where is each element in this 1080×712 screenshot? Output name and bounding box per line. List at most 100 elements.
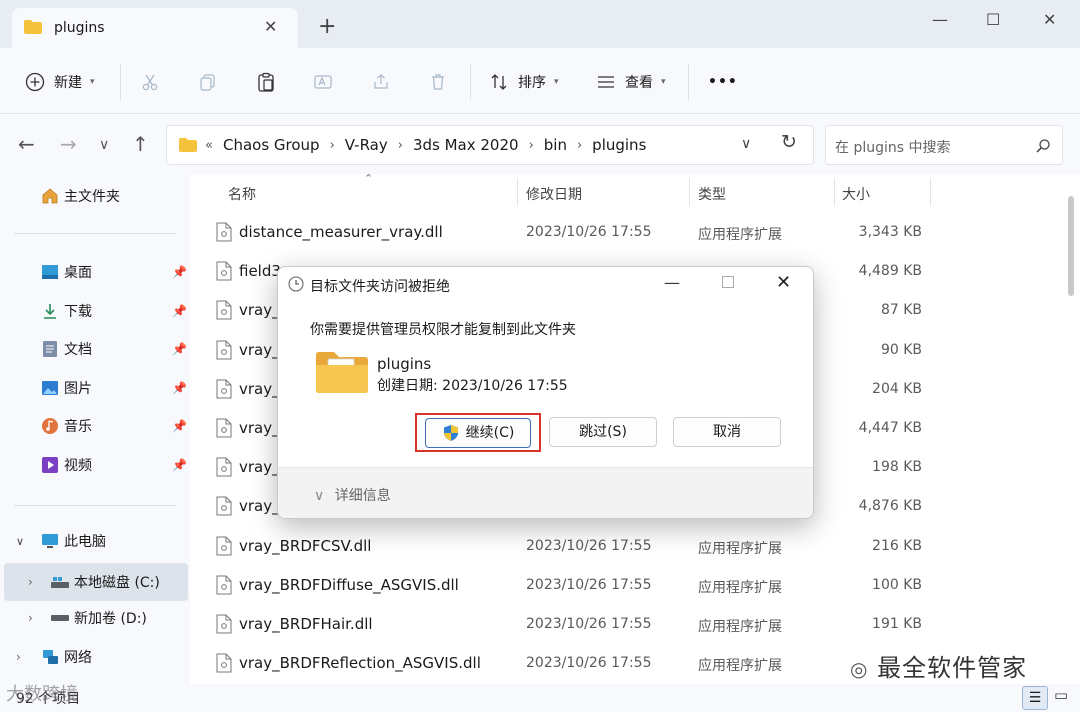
sidebar-item-music[interactable]: 音乐 📌 xyxy=(0,409,190,443)
skip-button[interactable]: 跳过(S) xyxy=(549,417,657,447)
file-type: 应用程序扩展 xyxy=(698,658,782,675)
up-arrow-icon[interactable]: ↑ xyxy=(132,132,149,156)
view-button[interactable]: 查看 ▾ xyxy=(595,70,666,94)
copy-icon[interactable] xyxy=(198,70,218,94)
chevron-right-icon[interactable]: › xyxy=(28,575,50,589)
sidebar-item-documents[interactable]: 文档 📌 xyxy=(0,332,190,366)
breadcrumb-item[interactable]: bin xyxy=(544,136,567,154)
back-arrow-icon[interactable]: ← xyxy=(18,132,35,156)
breadcrumb-item[interactable]: Chaos Group xyxy=(223,136,320,154)
minimize-button[interactable]: — xyxy=(932,10,948,29)
recent-chevron-icon[interactable]: ∨ xyxy=(99,137,109,153)
file-size: 216 KB xyxy=(872,537,922,554)
breadcrumb-item[interactable]: V-Ray xyxy=(345,136,388,154)
dll-file-icon xyxy=(216,575,232,595)
scrollbar-thumb[interactable] xyxy=(1068,196,1074,296)
dialog-minimize-button[interactable]: — xyxy=(664,273,680,292)
column-divider xyxy=(689,178,690,206)
new-label: 新建 xyxy=(54,75,82,91)
file-size: 4,489 KB xyxy=(858,263,922,280)
continue-button[interactable]: 继续(C) xyxy=(425,418,531,448)
sidebar-item-videos[interactable]: 视频 📌 xyxy=(0,448,190,482)
share-icon[interactable] xyxy=(371,70,391,94)
sidebar-item-drive-d[interactable]: › 新加卷 (D:) xyxy=(0,601,190,635)
pin-icon: 📌 xyxy=(172,265,187,279)
more-options-button[interactable]: ••• xyxy=(708,70,738,94)
close-button[interactable]: ✕ xyxy=(1043,10,1056,29)
sidebar-item-pictures[interactable]: 图片 📌 xyxy=(0,371,190,405)
sidebar-item-label: 桌面 xyxy=(64,265,92,281)
sidebar-item-network[interactable]: › 网络 xyxy=(0,640,190,674)
paste-icon[interactable] xyxy=(256,70,276,94)
table-row[interactable]: vray_BRDFHair.dll 2023/10/26 17:55 应用程序扩展 1… xyxy=(210,605,1070,644)
sidebar-item-desktop[interactable]: 桌面 📌 xyxy=(0,255,190,289)
table-row[interactable]: distance_measurer_vray.dll 2023/10/26 17:… xyxy=(210,213,1070,252)
chevron-right-icon[interactable]: › xyxy=(529,138,534,153)
details-view-icon[interactable]: ☰ xyxy=(1022,686,1048,710)
dll-file-icon xyxy=(216,653,232,673)
file-name: vray_BRDFReflection_ASGVIS.dll xyxy=(239,654,481,673)
tiles-view-icon[interactable]: ▭ xyxy=(1054,686,1068,704)
toolbar-divider xyxy=(688,64,689,100)
table-row[interactable]: vray_BRDFCSV.dll 2023/10/26 17:55 应用程序扩展 21… xyxy=(210,527,1070,566)
file-date: 2023/10/26 17:55 xyxy=(526,537,652,554)
address-history-chevron-icon[interactable]: ∨ xyxy=(741,136,751,152)
sidebar-item-label: 音乐 xyxy=(64,419,92,435)
dll-file-icon xyxy=(216,379,232,399)
pin-icon: 📌 xyxy=(172,419,187,433)
breadcrumb-item[interactable]: plugins xyxy=(592,136,646,154)
breadcrumb-item[interactable]: 3ds Max 2020 xyxy=(413,136,519,154)
table-row[interactable]: vray_BRDFDiffuse_ASGVIS.dll 2023/10/26 17… xyxy=(210,566,1070,605)
column-header-size[interactable]: 大小 xyxy=(842,184,870,204)
toolbar-divider xyxy=(120,64,121,100)
chevron-down-icon: ▾ xyxy=(661,77,666,87)
dialog-maximize-button[interactable] xyxy=(722,276,734,288)
chevron-right-icon[interactable]: › xyxy=(577,138,582,153)
sidebar-item-drive-c[interactable]: › 本地磁盘 (C:) xyxy=(4,563,188,601)
sort-icon xyxy=(488,71,510,93)
maximize-button[interactable]: ☐ xyxy=(986,10,1000,29)
new-tab-button[interactable]: + xyxy=(318,16,336,38)
dll-file-icon xyxy=(216,340,232,360)
tab-close-icon[interactable]: ✕ xyxy=(264,17,277,36)
chevron-right-icon[interactable]: › xyxy=(398,138,403,153)
dialog-close-button[interactable]: ✕ xyxy=(776,272,791,293)
chevron-right-icon[interactable]: › xyxy=(16,650,40,664)
column-header-date[interactable]: 修改日期 xyxy=(526,184,582,204)
address-bar[interactable]: « Chaos Group › V-Ray › 3ds Max 2020 › b… xyxy=(166,125,814,165)
cancel-button[interactable]: 取消 xyxy=(673,417,781,447)
details-toggle[interactable]: ∨ 详细信息 xyxy=(314,485,391,505)
chevron-right-icon[interactable]: › xyxy=(28,611,50,625)
delete-icon[interactable] xyxy=(428,70,448,94)
sort-button[interactable]: 排序 ▾ xyxy=(488,70,559,94)
sidebar-item-downloads[interactable]: 下载 📌 xyxy=(0,294,190,328)
tab-plugins[interactable]: plugins ✕ xyxy=(12,8,298,48)
chevron-right-icon[interactable]: › xyxy=(330,138,335,153)
chevron-down-icon[interactable]: ∨ xyxy=(16,535,40,548)
forward-arrow-icon[interactable]: → xyxy=(60,132,77,156)
sidebar-item-this-pc[interactable]: ∨ 此电脑 xyxy=(0,524,190,558)
cut-icon[interactable] xyxy=(140,70,160,94)
view-list-icon xyxy=(595,71,617,93)
refresh-icon[interactable]: ↻ xyxy=(781,131,797,153)
dll-file-icon xyxy=(216,614,232,634)
file-type: 应用程序扩展 xyxy=(698,619,782,635)
network-icon xyxy=(40,647,60,667)
chevron-down-icon: ▾ xyxy=(554,77,559,87)
dll-file-icon xyxy=(216,536,232,556)
chevron-down-icon: ▾ xyxy=(90,77,95,87)
folder-icon xyxy=(179,138,197,152)
dll-file-icon xyxy=(216,222,232,242)
breadcrumb-overflow[interactable]: « xyxy=(205,138,213,153)
uac-shield-icon xyxy=(443,425,458,441)
sidebar-item-home[interactable]: 主文件夹 xyxy=(0,179,190,213)
search-input[interactable]: 在 plugins 中搜索 xyxy=(825,125,1063,165)
folder-icon xyxy=(24,20,42,34)
column-header-type[interactable]: 类型 xyxy=(698,184,726,204)
status-bar: 92 个项目 ☰ ▭ xyxy=(0,684,1080,712)
plus-circle-icon xyxy=(24,71,46,93)
rename-icon[interactable] xyxy=(313,70,333,94)
new-button[interactable]: 新建 ▾ xyxy=(24,70,95,94)
column-header-name[interactable]: 名称 xyxy=(228,184,256,204)
breadcrumb: « Chaos Group › V-Ray › 3ds Max 2020 › b… xyxy=(179,136,656,154)
